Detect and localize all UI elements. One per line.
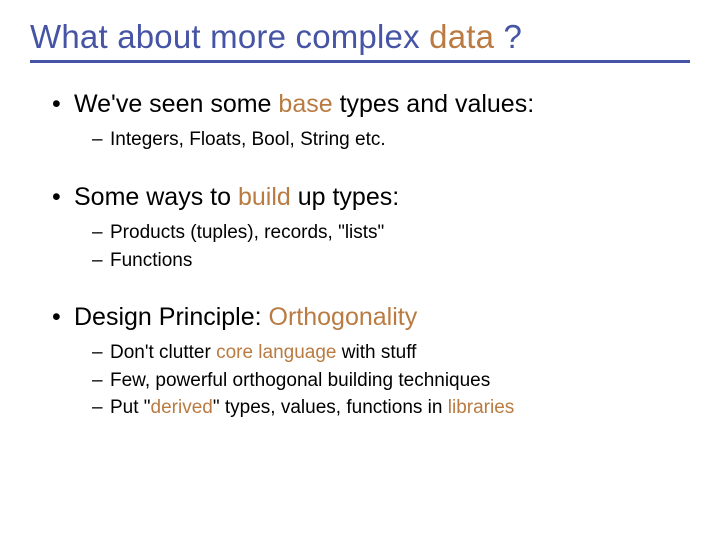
accent-text: core language: [216, 342, 336, 363]
slide-title: What about more complex data ?: [30, 18, 690, 56]
sub-item: Don't clutter core language with stuff: [92, 339, 680, 367]
sub-item: Products (tuples), records, "lists": [92, 219, 680, 247]
bullet-text: Design Principle: Orthogonality: [52, 302, 680, 333]
bullet-item: Design Principle: Orthogonality Don't clu…: [52, 302, 680, 422]
text-run: Products (tuples), records, "lists": [110, 222, 384, 243]
bullet-item: Some ways to build up types: Products (tu…: [52, 182, 680, 274]
text-run: " types, values, functions in: [213, 397, 448, 418]
text-run: Don't clutter: [110, 342, 216, 363]
title-pre: What about more complex: [30, 18, 429, 55]
accent-text: derived: [151, 397, 213, 418]
text-run: Put ": [110, 397, 151, 418]
accent-text: base: [278, 90, 332, 118]
title-post: ?: [494, 18, 522, 55]
bullet-item: We've seen some base types and values: In…: [52, 89, 680, 154]
slide: What about more complex data ? We've see…: [0, 0, 720, 540]
text-run: Some ways to: [74, 183, 238, 211]
text-run: Design Principle:: [74, 303, 269, 331]
accent-text: libraries: [448, 397, 515, 418]
text-run: Few, powerful orthogonal building techni…: [110, 370, 490, 391]
sub-item: Few, powerful orthogonal building techni…: [92, 367, 680, 395]
bullet-text: Some ways to build up types:: [52, 182, 680, 213]
sub-list: Products (tuples), records, "lists" Funct…: [52, 219, 680, 274]
bullet-text: We've seen some base types and values:: [52, 89, 680, 120]
text-run: with stuff: [337, 342, 417, 363]
title-accent: data: [429, 18, 494, 55]
accent-text: Orthogonality: [269, 303, 418, 331]
sub-item: Put "derived" types, values, functions i…: [92, 394, 680, 422]
text-run: We've seen some: [74, 90, 278, 118]
accent-text: build: [238, 183, 291, 211]
title-rule: [30, 60, 690, 63]
sub-list: Don't clutter core language with stuff Fe…: [52, 339, 680, 422]
bullet-list: We've seen some base types and values: In…: [30, 89, 690, 422]
text-run: types and values:: [333, 90, 535, 118]
sub-list: Integers, Floats, Bool, String etc.: [52, 126, 680, 154]
sub-item: Integers, Floats, Bool, String etc.: [92, 126, 680, 154]
text-run: up types:: [291, 183, 399, 211]
text-run: Functions: [110, 250, 192, 271]
sub-item: Functions: [92, 247, 680, 275]
text-run: Integers, Floats, Bool, String etc.: [110, 129, 386, 150]
